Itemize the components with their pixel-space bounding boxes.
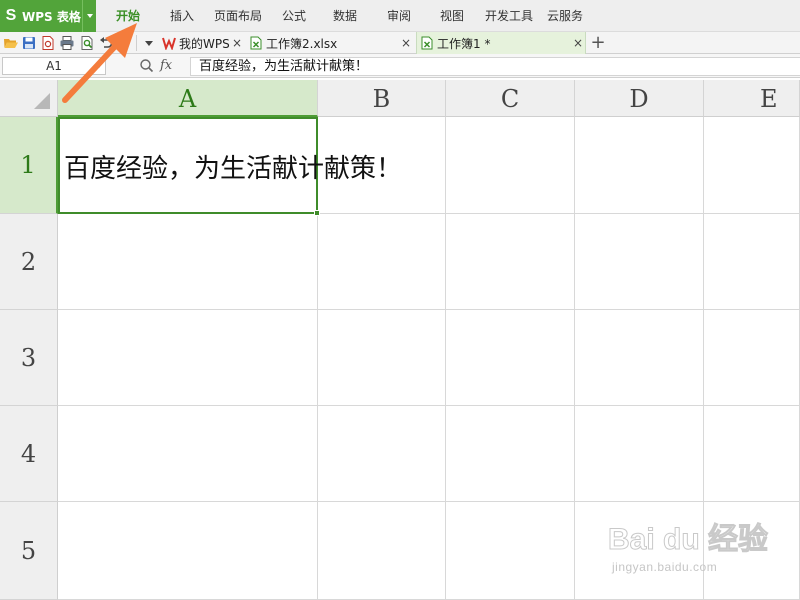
menu-item-developer-tools[interactable]: 开发工具: [485, 0, 533, 32]
cell-e4[interactable]: [704, 406, 800, 502]
menu-item-formulas[interactable]: 公式: [282, 0, 306, 32]
cell-a5[interactable]: [58, 502, 318, 600]
formula-input[interactable]: 百度经验，为生活献计献策！: [190, 57, 800, 76]
cell-d1[interactable]: [575, 117, 704, 214]
tab-workbook-2[interactable]: 工作簿2.xlsx ×: [249, 32, 415, 54]
fill-handle[interactable]: [314, 210, 320, 216]
cell-c4[interactable]: [446, 406, 575, 502]
cell-c5[interactable]: [446, 502, 575, 600]
redo-icon[interactable]: [116, 35, 132, 51]
cell-a1-text: 百度经验，为生活献计献策！: [64, 154, 403, 184]
column-header-c[interactable]: C: [446, 80, 575, 117]
cell-d2[interactable]: [575, 214, 704, 310]
open-folder-icon[interactable]: [3, 35, 19, 51]
column-header-e[interactable]: E: [704, 80, 800, 117]
wps-logo-icon: S: [5, 7, 17, 24]
chevron-down-icon[interactable]: [82, 0, 96, 32]
new-tab-button[interactable]: +: [590, 32, 606, 54]
name-box-dropdown-icon[interactable]: [96, 64, 102, 68]
tab-my-wps[interactable]: 我的WPS ×: [162, 32, 248, 54]
menu-item-data[interactable]: 数据: [333, 0, 357, 32]
baidu-jingyan-watermark: Bai du 经验 jingyan.baidu.com: [607, 514, 798, 594]
cell-c2[interactable]: [446, 214, 575, 310]
tab-label: 工作簿1 *: [437, 36, 491, 51]
insert-function-button[interactable]: fx: [160, 57, 172, 75]
cell-d3[interactable]: [575, 310, 704, 406]
cell-b4[interactable]: [318, 406, 446, 502]
close-tab-icon[interactable]: ×: [232, 32, 242, 54]
menu-item-view[interactable]: 视图: [440, 0, 464, 32]
close-tab-icon[interactable]: ×: [573, 32, 583, 54]
app-name-label: WPS 表格: [22, 9, 81, 24]
spreadsheet-file-icon: [421, 36, 433, 50]
cell-d4[interactable]: [575, 406, 704, 502]
watermark-url: jingyan.baidu.com: [612, 560, 718, 574]
toolbar-separator: [136, 35, 137, 51]
cell-a3[interactable]: [58, 310, 318, 406]
watermark-brand: Bai du 经验: [607, 523, 769, 557]
export-pdf-icon[interactable]: [40, 35, 56, 51]
formula-bar: A1 fx 百度经验，为生活献计献策！: [0, 54, 800, 78]
name-box[interactable]: A1: [2, 57, 106, 75]
cell-a4[interactable]: [58, 406, 318, 502]
cell-c1[interactable]: [446, 117, 575, 214]
cell-a2[interactable]: [58, 214, 318, 310]
wps-spreadsheet-window: S WPS 表格 开始 插入 页面布局 公式 数据 审阅 视图 开发工具 云服务: [0, 0, 800, 600]
row-header-5[interactable]: 5: [0, 502, 58, 600]
save-icon[interactable]: [21, 35, 37, 51]
row-header-3[interactable]: 3: [0, 310, 58, 406]
column-header-a[interactable]: A: [58, 80, 318, 117]
cell-e3[interactable]: [704, 310, 800, 406]
menu-item-cloud-services[interactable]: 云服务: [547, 0, 583, 32]
close-tab-icon[interactable]: ×: [401, 32, 411, 54]
cell-b2[interactable]: [318, 214, 446, 310]
menu-bar: S WPS 表格 开始 插入 页面布局 公式 数据 审阅 视图 开发工具 云服务: [0, 0, 800, 32]
magnifier-icon[interactable]: [139, 58, 154, 73]
cell-b5[interactable]: [318, 502, 446, 600]
menu-item-home[interactable]: 开始: [116, 0, 140, 32]
app-menu-button[interactable]: S WPS 表格: [0, 0, 96, 32]
row-header-2[interactable]: 2: [0, 214, 58, 310]
cell-c3[interactable]: [446, 310, 575, 406]
column-header-b[interactable]: B: [318, 80, 446, 117]
print-icon[interactable]: [59, 35, 75, 51]
menu-item-insert[interactable]: 插入: [170, 0, 194, 32]
quick-access-toolbar: 我的WPS × 工作簿2.xlsx × 工作簿1 * × +: [0, 32, 800, 54]
wps-logo-icon: [162, 37, 176, 50]
cell-e1[interactable]: [704, 117, 800, 214]
cell-e2[interactable]: [704, 214, 800, 310]
select-all-button[interactable]: [0, 80, 58, 117]
row-header-4[interactable]: 4: [0, 406, 58, 502]
cell-b3[interactable]: [318, 310, 446, 406]
spreadsheet-file-icon: [250, 36, 262, 50]
column-header-d[interactable]: D: [575, 80, 704, 117]
row-header-1[interactable]: 1: [0, 117, 58, 214]
tab-workbook-1[interactable]: 工作簿1 * ×: [416, 32, 586, 54]
print-preview-icon[interactable]: [79, 35, 95, 51]
menu-item-review[interactable]: 审阅: [387, 0, 411, 32]
tab-label: 工作簿2.xlsx: [266, 36, 338, 51]
undo-icon[interactable]: [98, 35, 114, 51]
tab-list-dropdown-icon[interactable]: [142, 35, 156, 51]
menu-item-page-layout[interactable]: 页面布局: [214, 0, 262, 32]
tab-label: 我的WPS: [179, 36, 230, 51]
